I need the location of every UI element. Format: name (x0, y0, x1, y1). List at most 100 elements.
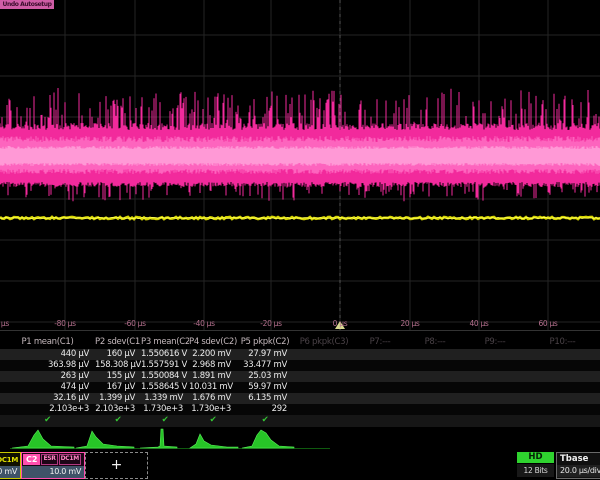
c1-descriptor-box[interactable]: DC1M 0 mV (0, 452, 21, 479)
timebase-tick-label: -100 µs (0, 319, 18, 328)
measure-row: 32.16 µV1.399 µV1.339 mV1.676 mV6.135 mV (0, 393, 600, 404)
histicon[interactable] (140, 429, 177, 448)
timebase-box[interactable]: Tbase 20.0 µs/div (556, 452, 600, 479)
measure-value-cell: 1.550084 V (141, 371, 189, 382)
histicon[interactable] (242, 430, 294, 448)
measure-header-p4[interactable]: P4 sdev(C2) (189, 336, 237, 349)
measure-value-cell (405, 349, 465, 360)
c1-scale-value: 0 mV (0, 466, 20, 478)
c2-esr-badge: ESR (41, 454, 57, 465)
measure-value-cell (293, 393, 355, 404)
c1-coupling-label: DC1M (0, 456, 20, 464)
measure-header-p8[interactable]: P8:--- (405, 336, 465, 349)
measure-value-cell (293, 349, 355, 360)
measure-value-cell (355, 393, 405, 404)
c2-scale-value: 10.0 mV (22, 466, 84, 478)
measure-value-cell: 33.477 mV (237, 360, 293, 371)
measure-value-cell (465, 371, 525, 382)
check-icon: ✔ (237, 415, 293, 427)
measure-value-cell: 6.135 mV (237, 393, 293, 404)
measure-row: 263 µV155 µV1.550084 V1.891 mV25.03 mV (0, 371, 600, 382)
measure-row: 363.98 µV158.308 µV1.557591 V2.968 mV33.… (0, 360, 600, 371)
measure-value-cell: 25.03 mV (237, 371, 293, 382)
measure-value-cell (355, 360, 405, 371)
measure-value-cell (293, 360, 355, 371)
measure-header-p1[interactable]: P1 mean(C1) (0, 336, 95, 349)
measure-header-p10[interactable]: P10:--- (525, 336, 600, 349)
timebase-tick-label: -40 µs (182, 319, 226, 328)
measure-value-cell: 2.200 mV (189, 349, 237, 360)
measure-value-cell: 158.308 µV (95, 360, 141, 371)
status-empty-cell (465, 415, 525, 427)
graticule (0, 0, 600, 332)
hd-mode-badge[interactable]: HD (517, 452, 554, 463)
measure-value-cell: 1.550616 V (141, 349, 189, 360)
histicon[interactable] (12, 430, 74, 448)
measure-row: 2.103e+32.103e+31.730e+31.730e+3292 (0, 404, 600, 415)
measure-value-cell: 292 (237, 404, 293, 415)
timebase-tick-label: 60 µs (526, 319, 570, 328)
measure-value-cell: 1.557591 V (141, 360, 189, 371)
measure-header-p7[interactable]: P7:--- (355, 336, 405, 349)
status-empty-cell (355, 415, 405, 427)
measure-value-cell (525, 382, 600, 393)
undo-autosetup-button[interactable]: Undo Autosetup (0, 0, 54, 9)
measure-value-cell: 2.103e+3 (0, 404, 95, 415)
measure-value-cell (355, 371, 405, 382)
measure-value-cell (405, 393, 465, 404)
measure-value-cell: 160 µV (95, 349, 141, 360)
status-empty-cell (525, 415, 600, 427)
measure-value-cell (405, 360, 465, 371)
measure-value-cell (465, 404, 525, 415)
measure-value-cell (355, 404, 405, 415)
measure-value-cell: 10.031 mV (189, 382, 237, 393)
measure-value-cell: 2.968 mV (189, 360, 237, 371)
c2-descriptor-box[interactable]: C2 ESR DC1M 10.0 mV (21, 452, 85, 479)
measure-header-p6[interactable]: P6 pkpk(C3) (293, 336, 355, 349)
histicon[interactable] (76, 431, 134, 448)
measure-value-cell (355, 382, 405, 393)
measure-row: 440 µV160 µV1.550616 V2.200 mV27.97 mV (0, 349, 600, 360)
measure-value-cell: 1.891 mV (189, 371, 237, 382)
measure-value-cell: 32.16 µV (0, 393, 95, 404)
measure-value-cell: 263 µV (0, 371, 95, 382)
measure-row: 474 µV167 µV1.558645 V10.031 mV59.97 mV (0, 382, 600, 393)
measure-value-cell: 363.98 µV (0, 360, 95, 371)
oscilloscope-screen: Undo Autosetup -100 µs-80 µs-60 µs-40 µs… (0, 0, 600, 480)
measure-value-cell: 1.676 mV (189, 393, 237, 404)
measure-value-cell (465, 393, 525, 404)
measure-header-p3[interactable]: P3 mean(C2) (141, 336, 189, 349)
channel-descriptor-bar: DC1M 0 mV C2 ESR DC1M 10.0 mV + HD 12 Bi… (0, 451, 600, 480)
timebase-tick-label: 0 µs (318, 319, 362, 328)
check-icon: ✔ (0, 415, 95, 427)
c2-channel-label: C2 (23, 454, 40, 465)
timebase-label: Tbase (557, 453, 600, 465)
plus-icon: + (111, 457, 123, 473)
measure-header-p2[interactable]: P2 sdev(C1) (95, 336, 141, 349)
timebase-tick-label: -80 µs (43, 319, 87, 328)
measure-value-cell: 1.339 mV (141, 393, 189, 404)
measure-value-cell (293, 404, 355, 415)
c2-coupling-badge: DC1M (59, 454, 81, 465)
measure-value-cell (405, 404, 465, 415)
measure-value-cell: 440 µV (0, 349, 95, 360)
measure-value-cell: 59.97 mV (237, 382, 293, 393)
add-trace-box[interactable]: + (85, 452, 148, 479)
measure-value-cell (405, 382, 465, 393)
measure-value-cell (525, 404, 600, 415)
measure-value-cell: 155 µV (95, 371, 141, 382)
measure-value-cell: 2.103e+3 (95, 404, 141, 415)
measure-header-p9[interactable]: P9:--- (465, 336, 525, 349)
measure-value-cell (525, 360, 600, 371)
measure-value-cell: 474 µV (0, 382, 95, 393)
timebase-scale-value: 20.0 µs/div (557, 465, 600, 477)
histicon-strip (0, 427, 600, 452)
measure-value-cell: 1.558645 V (141, 382, 189, 393)
measure-header-p5[interactable]: P5 pkpk(C2) (237, 336, 293, 349)
status-empty-cell (293, 415, 355, 427)
status-empty-cell (405, 415, 465, 427)
measure-value-cell (465, 349, 525, 360)
measure-value-cell: 1.730e+3 (141, 404, 189, 415)
histicon[interactable] (190, 434, 238, 448)
check-icon: ✔ (95, 415, 141, 427)
